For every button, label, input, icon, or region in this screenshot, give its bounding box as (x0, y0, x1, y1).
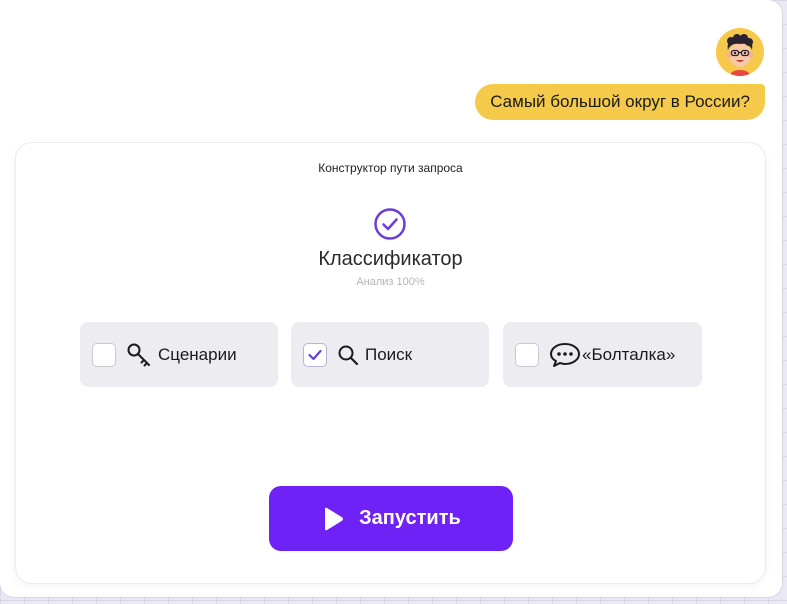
search-checkbox[interactable] (303, 342, 327, 367)
builder-title: Конструктор пути запроса (318, 161, 463, 175)
option-label: Поиск (365, 344, 413, 364)
search-icon (337, 344, 359, 366)
key-icon (126, 342, 152, 368)
play-icon (325, 507, 344, 530)
run-button[interactable]: Запустить (269, 486, 513, 551)
check-circle-icon (374, 208, 406, 240)
option-chitchat[interactable]: «Болталка» (503, 322, 702, 387)
user-avatar (716, 28, 764, 76)
option-label: «Болталка» (582, 344, 676, 364)
chat-window: Самый большой округ в России? Конструкто… (0, 0, 782, 597)
checkmark-icon (308, 349, 322, 360)
user-message-text: Самый большой округ в России? (490, 92, 750, 111)
option-search[interactable]: Поиск (291, 322, 489, 387)
stage-progress-text: Анализ 100% (356, 276, 425, 288)
query-path-builder: Конструктор пути запроса Классификатор А… (16, 143, 765, 583)
boy-avatar-icon (716, 28, 764, 76)
option-scenarios[interactable]: Сценарии (80, 322, 278, 387)
scenarios-checkbox[interactable] (92, 342, 116, 367)
user-message-bubble: Самый большой округ в России? (475, 84, 765, 120)
chat-bubble-icon (549, 342, 581, 368)
chitchat-checkbox[interactable] (515, 342, 539, 367)
stage-name: Классификатор (318, 248, 463, 270)
run-button-label: Запустить (359, 507, 461, 529)
option-label: Сценарии (158, 344, 237, 364)
